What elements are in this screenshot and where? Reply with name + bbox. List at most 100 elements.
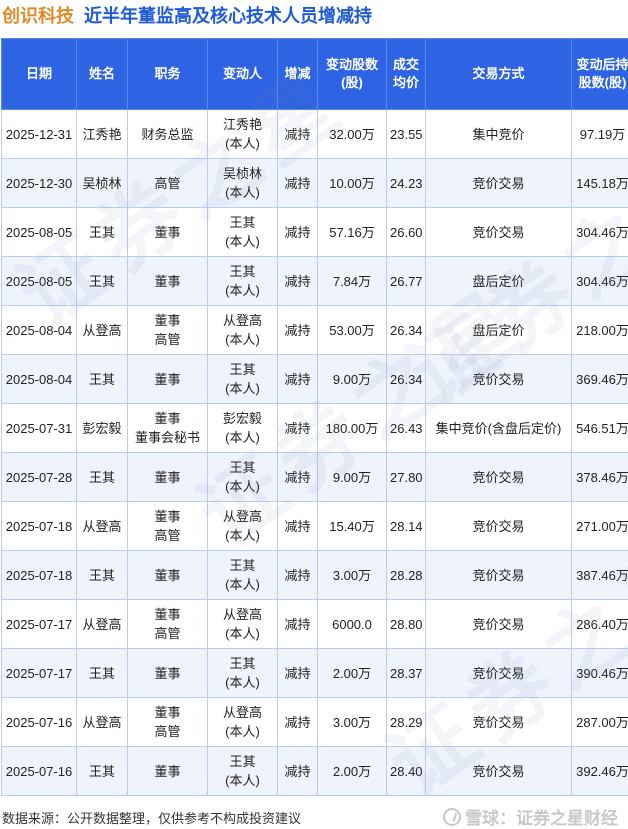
- cell-changer-changer-note: (本人): [211, 134, 274, 153]
- cell-direction: 减持: [278, 453, 318, 502]
- title-bar: 创识科技 近半年董监高及核心技术人员增减持: [0, 0, 628, 30]
- cell-name: 江秀艳: [77, 110, 128, 159]
- cell-direction-direction: 减持: [281, 762, 314, 781]
- col-header-price: 成交均价: [387, 39, 426, 110]
- cell-shares: 15.40万: [318, 502, 387, 551]
- cell-method-method: 竞价交易: [429, 566, 568, 585]
- cell-price: 28.37: [387, 649, 426, 698]
- cell-position-position2: 董事会秘书: [131, 428, 204, 447]
- cell-method-method: 竞价交易: [429, 615, 568, 634]
- table-row: 2025-08-05王其董事王其(本人)减持7.84万26.77盘后定价304.…: [2, 257, 628, 306]
- cell-holding: 387.46万: [572, 551, 628, 600]
- cell-price: 24.23: [387, 159, 426, 208]
- cell-changer-changer: 从登高: [211, 507, 274, 526]
- cell-direction: 减持: [278, 551, 318, 600]
- table-row: 2025-12-31江秀艳财务总监江秀艳(本人)减持32.00万23.55集中竞…: [2, 110, 628, 159]
- cell-changer: 王其(本人): [208, 453, 278, 502]
- cell-price-price: 26.43: [390, 419, 422, 438]
- cell-date-date: 2025-08-05: [5, 272, 73, 291]
- cell-shares-shares: 10.00万: [321, 174, 383, 193]
- cell-direction-direction: 减持: [281, 370, 314, 389]
- cell-changer: 从登高(本人): [208, 600, 278, 649]
- cell-direction: 减持: [278, 306, 318, 355]
- cell-date-date: 2025-07-28: [5, 468, 73, 487]
- cell-position: 董事: [128, 453, 208, 502]
- cell-direction: 减持: [278, 404, 318, 453]
- cell-name-name: 从登高: [80, 615, 124, 634]
- cell-name: 从登高: [77, 306, 128, 355]
- cell-name: 从登高: [77, 600, 128, 649]
- cell-changer: 彭宏毅(本人): [208, 404, 278, 453]
- cell-shares-shares: 2.00万: [321, 664, 383, 683]
- cell-position: 董事: [128, 649, 208, 698]
- col-header-position: 职务: [128, 39, 208, 110]
- cell-shares-shares: 2.00万: [321, 762, 383, 781]
- cell-changer: 王其(本人): [208, 747, 278, 796]
- cell-method: 竞价交易: [426, 159, 572, 208]
- cell-shares: 6000.0: [318, 600, 387, 649]
- cell-direction: 减持: [278, 649, 318, 698]
- cell-changer-changer-note: (本人): [211, 673, 274, 692]
- cell-name-name: 王其: [80, 566, 124, 585]
- cell-method-method: 竞价交易: [429, 713, 568, 732]
- cell-method: 盘后定价: [426, 306, 572, 355]
- cell-changer-changer-note: (本人): [211, 771, 274, 790]
- cell-name: 王其: [77, 453, 128, 502]
- cell-shares: 32.00万: [318, 110, 387, 159]
- table-row: 2025-12-30吴桢林高管吴桢林(本人)减持10.00万24.23竞价交易1…: [2, 159, 628, 208]
- cell-changer: 吴桢林(本人): [208, 159, 278, 208]
- table-header-row: 日期 姓名 职务 变动人 增减 变动股数(股) 成交均价 交易方式 变动后持股数…: [2, 39, 628, 110]
- cell-name: 王其: [77, 208, 128, 257]
- cell-changer-changer-note: (本人): [211, 281, 274, 300]
- cell-position-position: 董事: [131, 223, 204, 242]
- cell-changer-changer-note: (本人): [211, 379, 274, 398]
- table-row: 2025-07-16从登高董事高管从登高(本人)减持3.00万28.29竞价交易…: [2, 698, 628, 747]
- cell-shares-shares: 57.16万: [321, 223, 383, 242]
- cell-changer-changer-note: (本人): [211, 624, 274, 643]
- cell-holding-holding: 145.18万: [575, 174, 628, 193]
- cell-date-date: 2025-12-30: [5, 174, 73, 193]
- cell-shares: 9.00万: [318, 355, 387, 404]
- table-row: 2025-07-28王其董事王其(本人)减持9.00万27.80竞价交易378.…: [2, 453, 628, 502]
- cell-position: 董事高管: [128, 600, 208, 649]
- cell-changer-changer: 王其: [211, 360, 274, 379]
- cell-direction-direction: 减持: [281, 615, 314, 634]
- cell-direction: 减持: [278, 747, 318, 796]
- cell-price: 28.29: [387, 698, 426, 747]
- cell-changer-changer: 王其: [211, 556, 274, 575]
- col-header-shares: 变动股数(股): [318, 39, 387, 110]
- cell-method: 竞价交易: [426, 649, 572, 698]
- cell-holding: 145.18万: [572, 159, 628, 208]
- snowball-logo-icon: [443, 808, 461, 826]
- cell-position-position: 董事: [131, 566, 204, 585]
- cell-name-name: 从登高: [80, 713, 124, 732]
- cell-changer-changer-note: (本人): [211, 526, 274, 545]
- cell-holding: 287.00万: [572, 698, 628, 747]
- cell-method-method: 竞价交易: [429, 468, 568, 487]
- cell-date: 2025-08-05: [2, 208, 77, 257]
- cell-method: 竞价交易: [426, 208, 572, 257]
- cell-method-method: 竞价交易: [429, 664, 568, 683]
- cell-changer-changer: 王其: [211, 458, 274, 477]
- table-body: 2025-12-31江秀艳财务总监江秀艳(本人)减持32.00万23.55集中竞…: [2, 110, 628, 796]
- cell-shares-shares: 7.84万: [321, 272, 383, 291]
- cell-position-position: 董事: [131, 370, 204, 389]
- cell-price: 26.77: [387, 257, 426, 306]
- cell-name-name: 彭宏毅: [80, 419, 124, 438]
- cell-shares: 7.84万: [318, 257, 387, 306]
- cell-position-position: 董事: [131, 507, 204, 526]
- cell-name-name: 王其: [80, 664, 124, 683]
- cell-position-position: 董事: [131, 272, 204, 291]
- cell-price: 26.34: [387, 306, 426, 355]
- cell-shares: 2.00万: [318, 747, 387, 796]
- cell-changer-changer: 江秀艳: [211, 115, 274, 134]
- cell-position: 高管: [128, 159, 208, 208]
- cell-holding-holding: 390.46万: [575, 664, 628, 683]
- company-name: 创识科技: [0, 2, 74, 28]
- cell-position-position: 财务总监: [131, 125, 204, 144]
- cell-holding: 369.46万: [572, 355, 628, 404]
- cell-shares-shares: 6000.0: [321, 615, 383, 634]
- cell-position-position2: 高管: [131, 330, 204, 349]
- cell-changer-changer-note: (本人): [211, 428, 274, 447]
- cell-position: 董事高管: [128, 502, 208, 551]
